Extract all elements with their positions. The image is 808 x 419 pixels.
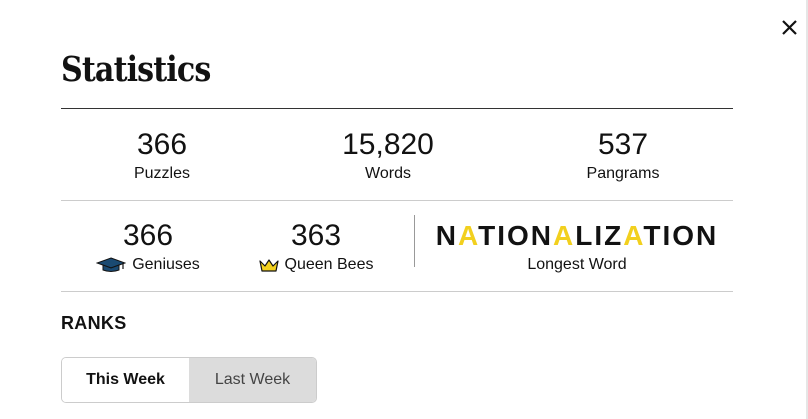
- stat-puzzles-value: 366: [136, 128, 188, 161]
- stat-pangrams-label: Pangrams: [586, 165, 660, 182]
- graduation-cap-icon: [96, 257, 127, 272]
- longest-word-segment: LIZ: [575, 220, 624, 251]
- longest-word-segment: N: [435, 220, 458, 251]
- longest-word-label: Longest Word: [527, 256, 627, 273]
- stat-puzzles: 366 Puzzles: [52, 128, 272, 184]
- tab-this-week[interactable]: This Week: [62, 358, 189, 402]
- stat-puzzles-label: Puzzles: [133, 165, 191, 182]
- close-button[interactable]: [776, 14, 802, 40]
- page-title: Statistics: [61, 49, 211, 90]
- stat-queen-bees-label: Queen Bees: [284, 256, 374, 273]
- longest-word-highlight-letter: A: [457, 220, 479, 251]
- vertical-divider: [414, 215, 415, 267]
- stat-words: 15,820 Words: [278, 128, 498, 184]
- stat-queen-bees-value: 363: [290, 219, 342, 252]
- longest-word-highlight-letter: A: [553, 220, 576, 251]
- stat-words-value: 15,820: [342, 128, 434, 161]
- stat-queen-bees-row: Queen Bees: [206, 255, 426, 275]
- ranks-heading: RANKS: [61, 313, 127, 333]
- longest-word-segment: TION: [478, 220, 553, 251]
- title-divider: [61, 108, 733, 109]
- stat-queen-bees: 363 Queen Bees: [206, 219, 426, 275]
- stat-pangrams: 537 Pangrams: [513, 128, 733, 184]
- stat-pangrams-value: 537: [597, 128, 649, 161]
- ranks-divider: [61, 291, 733, 292]
- longest-word-segment: TION: [643, 220, 719, 251]
- stat-words-label: Words: [365, 165, 411, 182]
- tab-last-week[interactable]: Last Week: [189, 358, 316, 402]
- stats-divider: [61, 200, 733, 201]
- crown-icon: [258, 259, 279, 272]
- longest-word: NATIONALIZATION Longest Word: [420, 219, 734, 275]
- close-icon: [782, 20, 797, 35]
- stat-geniuses-label: Geniuses: [132, 256, 200, 273]
- ranks-tabs: This Week Last Week: [61, 357, 317, 403]
- longest-word-value: NATIONALIZATION: [420, 219, 734, 253]
- statistics-modal: Statistics 366 Puzzles 15,820 Words 537 …: [0, 0, 808, 419]
- longest-word-highlight-letter: A: [623, 220, 644, 251]
